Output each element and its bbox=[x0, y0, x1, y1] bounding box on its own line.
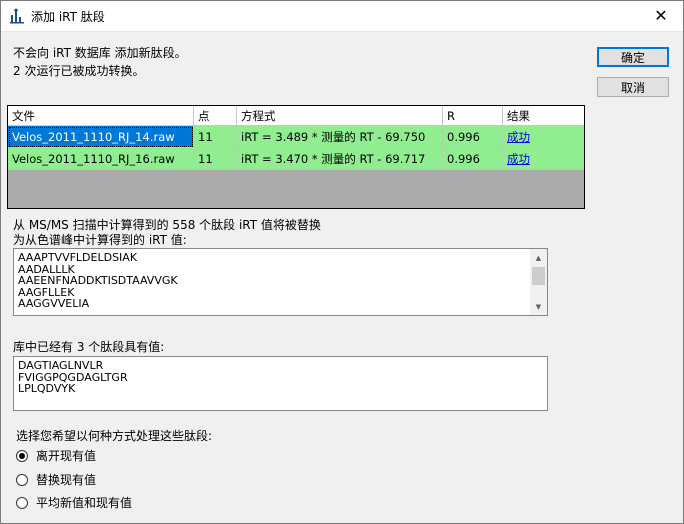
list-item[interactable]: AAGFLLEK bbox=[14, 286, 547, 299]
radio-checked-icon[interactable] bbox=[16, 449, 28, 462]
skyline-app-icon bbox=[10, 8, 24, 24]
message-line-2: 2 次运行已被成功转换。 bbox=[13, 64, 145, 78]
scroll-down-icon[interactable]: ▼ bbox=[530, 298, 547, 315]
radio-label[interactable]: 平均新值和现有值 bbox=[36, 494, 132, 511]
column-header-equation[interactable]: 方程式 bbox=[237, 106, 443, 126]
column-header-points[interactable]: 点 bbox=[194, 106, 237, 126]
result-link[interactable]: 成功 bbox=[507, 129, 530, 145]
column-header-r[interactable]: R bbox=[443, 106, 503, 126]
existing-label: 库中已经有 3 个肽段具有值: bbox=[13, 340, 165, 354]
cell-r[interactable]: 0.996 bbox=[443, 126, 503, 148]
cell-file[interactable]: Velos_2011_1110_RJ_14.raw bbox=[8, 126, 194, 148]
table-row[interactable]: Velos_2011_1110_RJ_16.raw 11 iRT = 3.470… bbox=[8, 148, 584, 170]
window-title: 添加 iRT 肽段 bbox=[31, 10, 105, 24]
table-row[interactable]: Velos_2011_1110_RJ_14.raw 11 iRT = 3.489… bbox=[8, 126, 584, 148]
list-item[interactable]: DAGTIAGLNVLR bbox=[14, 360, 547, 372]
ok-button[interactable]: 确定 bbox=[597, 47, 669, 67]
radio-replace-existing[interactable]: 替换现有值 bbox=[16, 471, 96, 488]
cell-points[interactable]: 11 bbox=[194, 148, 237, 170]
list-item[interactable]: AAGGVVELIA bbox=[14, 298, 547, 310]
column-header-result[interactable]: 结果 bbox=[503, 106, 584, 126]
list-item[interactable]: LPLQDVYK bbox=[14, 383, 547, 395]
radio-average-values[interactable]: 平均新值和现有值 bbox=[16, 494, 132, 511]
radio-unchecked-icon[interactable] bbox=[16, 496, 28, 509]
cell-points[interactable]: 11 bbox=[194, 126, 237, 148]
cancel-button[interactable]: 取消 bbox=[597, 77, 669, 97]
column-header-file[interactable]: 文件 bbox=[8, 106, 194, 126]
scroll-up-icon[interactable]: ▲ bbox=[530, 249, 547, 266]
cell-equation[interactable]: iRT = 3.470 * 测量的 RT - 69.717 bbox=[237, 148, 443, 170]
options-label: 选择您希望以何种方式处理这些肽段: bbox=[16, 429, 213, 443]
existing-peptide-list[interactable]: DAGTIAGLNVLR FVIGGPQGDAGLTGR LPLQDVYK bbox=[13, 356, 548, 411]
conversion-grid[interactable]: 文件 点 方程式 R 结果 Velos_2011_1110_RJ_14.raw … bbox=[7, 105, 585, 209]
message-line-1: 不会向 iRT 数据库 添加新肽段。 bbox=[13, 46, 187, 60]
cell-file[interactable]: Velos_2011_1110_RJ_16.raw bbox=[8, 148, 194, 170]
cell-result[interactable]: 成功 bbox=[503, 148, 584, 170]
replace-peptide-list[interactable]: AAAPTVVFLDELDSIAK AADALLLK AAEENFNADDKTI… bbox=[13, 248, 548, 316]
vertical-scrollbar[interactable]: ▲ ▼ bbox=[530, 249, 547, 315]
cell-r[interactable]: 0.996 bbox=[443, 148, 503, 170]
cell-equation[interactable]: iRT = 3.489 * 测量的 RT - 69.750 bbox=[237, 126, 443, 148]
list-item[interactable]: AAEENFNADDKTISDTAAVVGK bbox=[14, 275, 547, 287]
scroll-thumb[interactable] bbox=[532, 267, 545, 285]
close-icon: ✕ bbox=[654, 6, 668, 25]
replace-label-line-1: 从 MS/MS 扫描中计算得到的 558 个肽段 iRT 值将被替换 bbox=[13, 218, 321, 232]
cell-result[interactable]: 成功 bbox=[503, 126, 584, 148]
list-item[interactable]: AAAPTVVFLDELDSIAK bbox=[14, 252, 547, 264]
radio-keep-existing[interactable]: 离开现有值 bbox=[16, 447, 96, 464]
grid-header: 文件 点 方程式 R 结果 bbox=[8, 106, 584, 126]
radio-label[interactable]: 离开现有值 bbox=[36, 447, 96, 464]
radio-unchecked-icon[interactable] bbox=[16, 473, 28, 486]
list-item[interactable]: FVIGGPQGDAGLTGR bbox=[14, 371, 547, 384]
radio-label[interactable]: 替换现有值 bbox=[36, 471, 96, 488]
result-link[interactable]: 成功 bbox=[507, 151, 530, 167]
close-button[interactable]: ✕ bbox=[638, 0, 684, 31]
replace-label-line-2: 为从色谱峰中计算得到的 iRT 值: bbox=[13, 233, 187, 247]
title-bar: 添加 iRT 肽段 ✕ bbox=[0, 0, 684, 32]
